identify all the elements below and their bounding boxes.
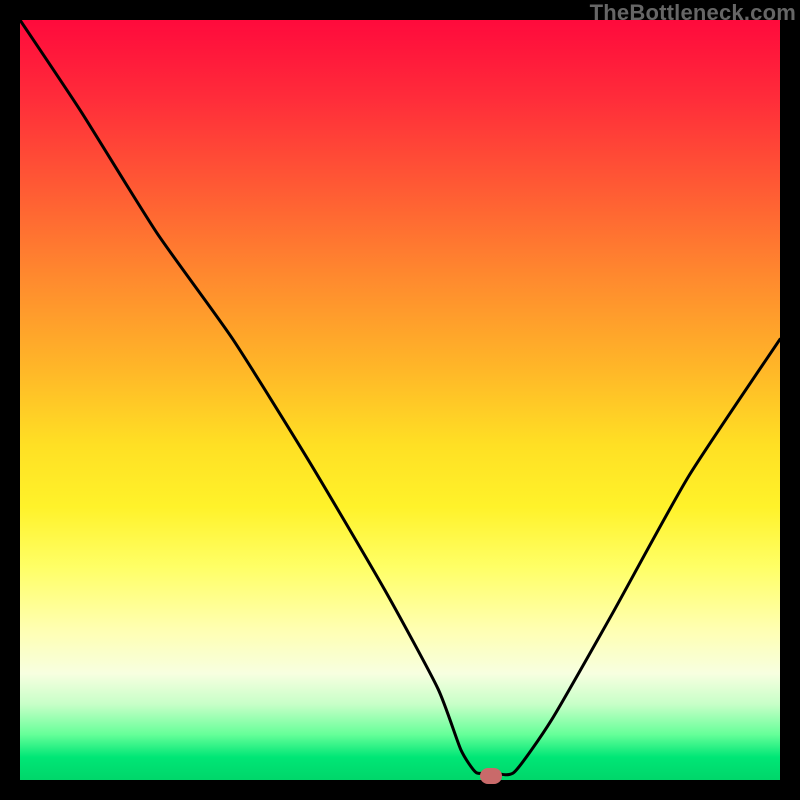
plot-area (20, 20, 780, 780)
watermark-text: TheBottleneck.com (590, 0, 796, 26)
chart-container: TheBottleneck.com (0, 0, 800, 800)
optimum-marker (480, 768, 502, 784)
line-series (20, 20, 780, 780)
